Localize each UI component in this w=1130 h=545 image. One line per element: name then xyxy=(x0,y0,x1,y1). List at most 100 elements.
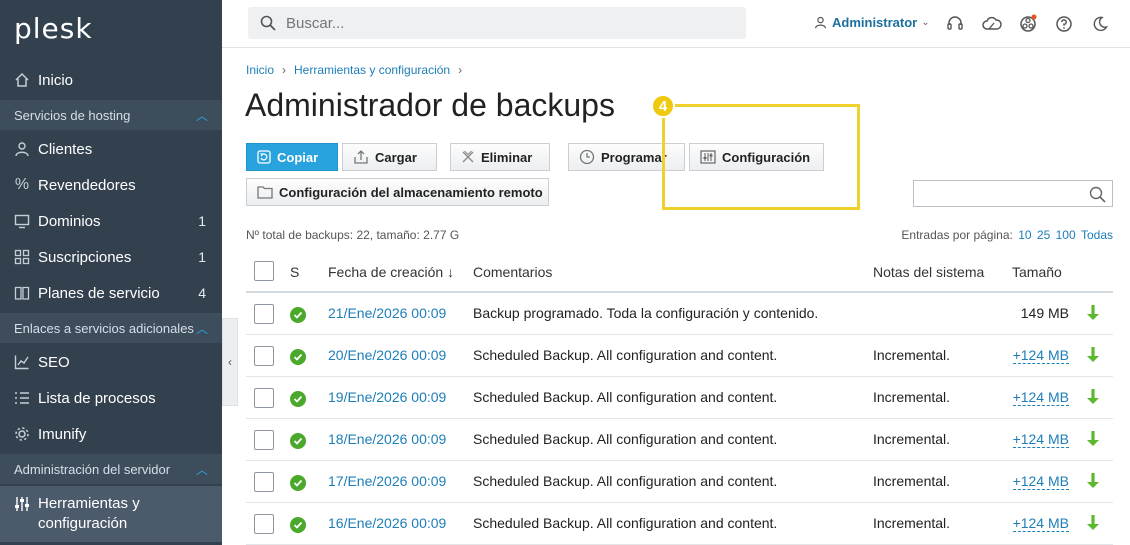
chevron-up-icon: ︿ xyxy=(195,463,208,477)
delete-label: Eliminar xyxy=(481,149,533,165)
help-icon[interactable] xyxy=(1054,14,1074,34)
backup-comment: Scheduled Backup. All configuration and … xyxy=(473,389,778,405)
breadcrumb-herramientas[interactable]: Herramientas y configuración xyxy=(294,63,450,77)
row-checkbox[interactable] xyxy=(254,514,274,534)
perpage-10[interactable]: 10 xyxy=(1018,228,1031,242)
row-checkbox[interactable] xyxy=(254,304,274,324)
search-input[interactable] xyxy=(286,14,706,32)
breadcrumb-inicio[interactable]: Inicio xyxy=(246,63,274,77)
download-icon[interactable] xyxy=(1086,346,1100,367)
backup-date-link[interactable]: 17/Ene/2026 00:09 xyxy=(328,473,446,489)
app: plesk Inicio Servicios de hosting ︿ Clie… xyxy=(0,0,1130,545)
col-notes[interactable]: Notas del sistema xyxy=(873,264,984,280)
top-header: Administrator ⌄ xyxy=(222,0,1130,48)
backup-comment: Scheduled Backup. All configuration and … xyxy=(473,515,778,531)
sidebar-item-suscripciones[interactable]: Suscripciones 1 xyxy=(0,239,222,275)
sidebar-item-herramientas[interactable]: Herramientas y configuración xyxy=(0,486,222,542)
backup-size[interactable]: +124 MB xyxy=(1012,473,1069,490)
extensions-icon[interactable] xyxy=(1018,14,1038,34)
select-all-checkbox[interactable] xyxy=(254,261,274,281)
backup-size[interactable]: +124 MB xyxy=(1012,347,1069,364)
count-badge: 1 xyxy=(198,249,206,265)
label-line-1: Herramientas y xyxy=(38,495,140,512)
plesk-logo[interactable]: plesk xyxy=(14,12,93,45)
sidebar-collapse-toggle[interactable]: ‹ xyxy=(222,318,238,406)
sidebar-item-clientes[interactable]: Clientes xyxy=(0,131,222,167)
row-checkbox[interactable] xyxy=(254,472,274,492)
download-icon[interactable] xyxy=(1086,430,1100,451)
table-search-input[interactable] xyxy=(913,180,1113,207)
section-enlaces[interactable]: Enlaces a servicios adicionales ︿ xyxy=(0,313,222,343)
breadcrumb: Inicio › Herramientas y configuración › xyxy=(246,63,470,77)
row-checkbox[interactable] xyxy=(254,388,274,408)
download-icon[interactable] xyxy=(1086,472,1100,493)
count-badge: 4 xyxy=(198,285,206,301)
col-size[interactable]: Tamaño xyxy=(1012,264,1062,280)
download-icon[interactable] xyxy=(1086,514,1100,535)
copy-button[interactable]: Copiar xyxy=(246,143,338,171)
sliders-icon xyxy=(700,150,716,164)
section-servicios-hosting[interactable]: Servicios de hosting ︿ xyxy=(0,100,222,130)
label-line-2: configuración xyxy=(38,515,128,532)
row-checkbox[interactable] xyxy=(254,346,274,366)
status-ok-icon xyxy=(290,433,306,449)
download-icon[interactable] xyxy=(1086,304,1100,325)
backup-date-link[interactable]: 16/Ene/2026 00:09 xyxy=(328,515,446,531)
sidebar-item-label: Clientes xyxy=(38,140,93,158)
backup-size[interactable]: +124 MB xyxy=(1012,431,1069,448)
backup-comment: Scheduled Backup. All configuration and … xyxy=(473,473,778,489)
perpage-25[interactable]: 25 xyxy=(1037,228,1050,242)
row-checkbox[interactable] xyxy=(254,430,274,450)
backup-icon xyxy=(257,150,271,164)
col-comments[interactable]: Comentarios xyxy=(473,264,552,280)
perpage-100[interactable]: 100 xyxy=(1056,228,1076,242)
sidebar-item-revendedores[interactable]: % Revendedores xyxy=(0,167,222,203)
col-date[interactable]: Fecha de creación ↓ xyxy=(328,264,454,280)
backup-date-link[interactable]: 21/Ene/2026 00:09 xyxy=(328,305,446,321)
status-ok-icon xyxy=(290,349,306,365)
grid-icon xyxy=(14,249,30,265)
remote-storage-button[interactable]: Configuración del almacenamiento remoto xyxy=(246,178,549,206)
sliders-icon xyxy=(14,496,30,512)
cloud-icon[interactable] xyxy=(982,14,1002,34)
sidebar-item-label: Planes de servicio xyxy=(38,284,160,302)
backup-comment: Scheduled Backup. All configuration and … xyxy=(473,431,778,447)
delete-button[interactable]: Eliminar xyxy=(450,143,550,171)
upload-button[interactable]: Cargar xyxy=(342,143,437,171)
section-administracion[interactable]: Administración del servidor ︿ xyxy=(0,454,222,484)
sidebar-item-procesos[interactable]: Lista de procesos xyxy=(0,380,222,416)
download-icon[interactable] xyxy=(1086,388,1100,409)
chevron-up-icon: ︿ xyxy=(195,322,208,336)
sidebar-item-seo[interactable]: SEO xyxy=(0,344,222,380)
search-icon xyxy=(260,15,276,31)
moon-icon[interactable] xyxy=(1090,14,1110,34)
sidebar: plesk Inicio Servicios de hosting ︿ Clie… xyxy=(0,0,222,545)
backup-date-link[interactable]: 19/Ene/2026 00:09 xyxy=(328,389,446,405)
user-menu[interactable]: Administrator ⌄ xyxy=(814,15,930,30)
sidebar-item-imunify[interactable]: Imunify xyxy=(0,416,222,452)
support-icon[interactable] xyxy=(945,14,965,34)
col-status[interactable]: S xyxy=(290,264,299,280)
section-label: Enlaces a servicios adicionales xyxy=(14,320,194,336)
status-ok-icon xyxy=(290,517,306,533)
sidebar-item-dominios[interactable]: Dominios 1 xyxy=(0,203,222,239)
sidebar-item-inicio[interactable]: Inicio xyxy=(0,62,222,98)
remote-storage-label: Configuración del almacenamiento remoto xyxy=(279,184,543,200)
backup-size[interactable]: +124 MB xyxy=(1012,389,1069,406)
backup-date-link[interactable]: 20/Ene/2026 00:09 xyxy=(328,347,446,363)
section-label: Administración del servidor xyxy=(14,461,171,477)
system-notes: Incremental. xyxy=(873,389,951,405)
sidebar-item-label: Inicio xyxy=(38,71,74,89)
user-icon xyxy=(14,141,30,157)
perpage-all[interactable]: Todas xyxy=(1081,228,1113,242)
delete-icon xyxy=(461,150,475,164)
backup-size[interactable]: +124 MB xyxy=(1012,515,1069,532)
settings-button[interactable]: Configuración xyxy=(689,143,824,171)
system-notes: Incremental. xyxy=(873,515,951,531)
search-icon xyxy=(1089,186,1106,203)
sidebar-item-planes[interactable]: Planes de servicio 4 xyxy=(0,275,222,311)
global-search[interactable] xyxy=(248,7,746,39)
schedule-button[interactable]: Programar xyxy=(568,143,685,171)
backup-date-link[interactable]: 18/Ene/2026 00:09 xyxy=(328,431,446,447)
home-icon xyxy=(14,72,30,88)
